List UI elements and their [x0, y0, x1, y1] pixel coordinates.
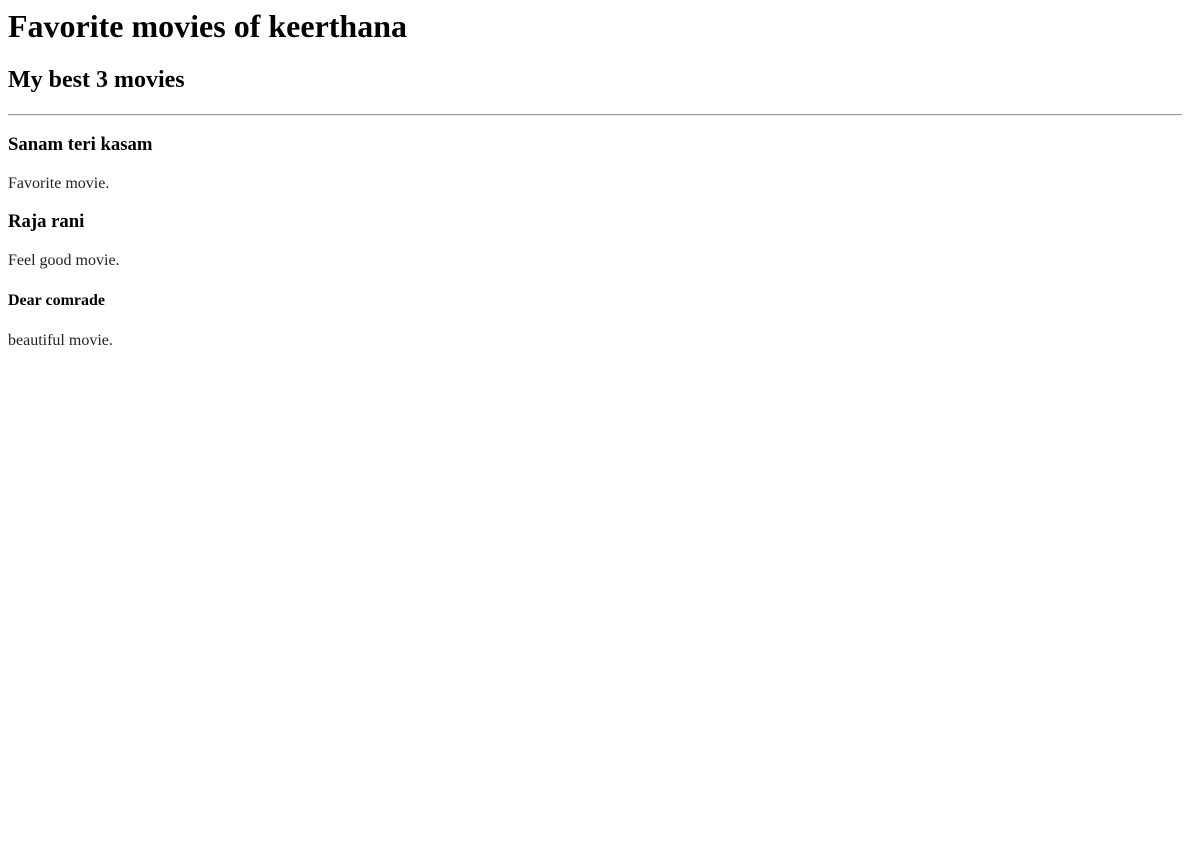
page-title: Favorite movies of keerthana	[8, 8, 408, 44]
page-subtitle: My best 3 movies	[8, 67, 185, 93]
movie-title: Dear comrade	[8, 292, 105, 309]
movie-title: Sanam teri kasam	[8, 134, 153, 155]
movie-title: Raja rani	[8, 211, 85, 232]
movie-description: beautiful movie.	[8, 332, 113, 349]
movie-description: Feel good movie.	[8, 252, 120, 269]
divider	[8, 114, 1182, 116]
movie-description: Favorite movie.	[8, 175, 110, 192]
